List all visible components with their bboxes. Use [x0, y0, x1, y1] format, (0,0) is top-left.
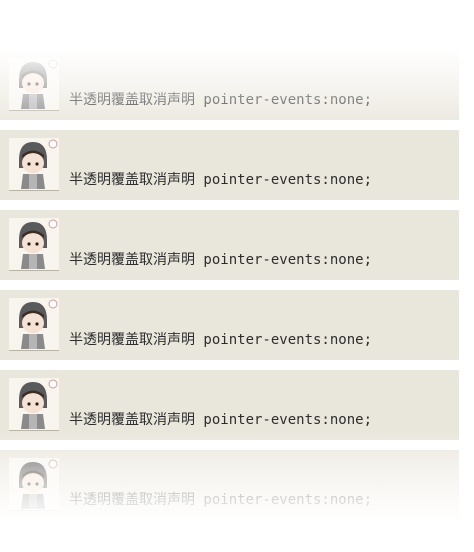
avatar-icon	[9, 298, 59, 350]
avatar[interactable]	[9, 58, 59, 111]
list-item[interactable]: 半透明覆盖取消声明 pointer-events:none;	[0, 50, 459, 120]
list-item[interactable]: 半透明覆盖取消声明 pointer-events:none;	[0, 450, 459, 520]
list-item[interactable]: 半透明覆盖取消声明 pointer-events:none;	[0, 290, 459, 360]
item-label: 半透明覆盖取消声明 pointer-events:none;	[69, 172, 373, 188]
item-label: 半透明覆盖取消声明 pointer-events:none;	[69, 92, 373, 108]
avatar-icon	[9, 378, 59, 430]
avatar[interactable]	[9, 138, 59, 191]
avatar-icon	[9, 458, 59, 510]
item-label: 半透明覆盖取消声明 pointer-events:none;	[69, 252, 373, 268]
avatar[interactable]	[9, 378, 59, 431]
avatar[interactable]	[9, 458, 59, 511]
avatar[interactable]	[9, 218, 59, 271]
item-label: 半透明覆盖取消声明 pointer-events:none;	[69, 332, 373, 348]
avatar-icon	[9, 138, 59, 190]
item-label: 半透明覆盖取消声明 pointer-events:none;	[69, 412, 373, 428]
list-item[interactable]: 半透明覆盖取消声明 pointer-events:none;	[0, 210, 459, 280]
item-label: 半透明覆盖取消声明 pointer-events:none;	[69, 492, 373, 508]
list-item[interactable]: 半透明覆盖取消声明 pointer-events:none;	[0, 370, 459, 440]
item-list: 半透明覆盖取消声明 pointer-events:none; 半透明覆盖取消声明…	[0, 0, 474, 552]
avatar-icon	[9, 58, 59, 110]
list-item[interactable]: 半透明覆盖取消声明 pointer-events:none;	[0, 130, 459, 200]
avatar-icon	[9, 218, 59, 270]
avatar[interactable]	[9, 298, 59, 351]
